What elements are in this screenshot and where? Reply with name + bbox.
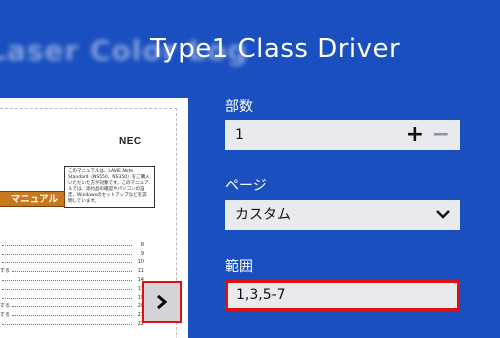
toc-row: 10	[0, 257, 144, 266]
toc-leader	[12, 271, 132, 273]
driver-title: Type1 Class Driver	[150, 34, 401, 64]
toc-leader	[2, 244, 132, 246]
chevron-down-icon	[436, 210, 450, 219]
notice-box: このマニュアルは、LAVIE Note Standard（NS550、NS350…	[64, 166, 155, 208]
range-label: 範囲	[225, 259, 253, 275]
toc-leader	[12, 306, 132, 308]
copies-field[interactable]: 1 + −	[225, 120, 460, 150]
toc-leader	[12, 315, 132, 317]
toc-row: 14	[0, 274, 144, 283]
toc-leader	[2, 288, 132, 290]
manual-banner: マニュアル	[0, 191, 65, 207]
toc-leader	[2, 279, 132, 281]
decrement-button[interactable]: −	[432, 120, 450, 150]
copies-label: 部数	[225, 99, 253, 115]
toc-label: する	[0, 303, 11, 310]
pages-selected-value: カスタム	[235, 207, 291, 223]
toc-page-number: 11	[137, 268, 144, 275]
toc-row: 9	[0, 248, 144, 257]
toc-row: 19	[0, 292, 144, 301]
toc-row: する 11	[0, 265, 144, 274]
brand-logo: NEC	[119, 136, 142, 147]
toc-leader	[2, 323, 132, 325]
range-input[interactable]: 1,3,5-7	[225, 280, 460, 311]
range-value[interactable]: 1,3,5-7	[236, 287, 286, 303]
pages-dropdown[interactable]: カスタム	[225, 200, 460, 230]
chevron-right-icon	[157, 295, 168, 309]
toc-page-number: 9	[140, 250, 144, 257]
next-page-button[interactable]	[142, 281, 182, 323]
toc-page-number: 10	[137, 259, 144, 266]
toc-row: する 21	[0, 309, 144, 318]
toc-row: する 20	[0, 301, 144, 310]
toc-leader	[2, 253, 132, 255]
title-bar: Laser Color Log Type1 Class Driver	[0, 34, 500, 70]
toc-label: する	[0, 268, 11, 275]
toc-row: 22	[0, 318, 144, 327]
toc-row: 8	[0, 239, 144, 248]
toc-row: 17	[0, 283, 144, 292]
pages-label: ページ	[225, 178, 267, 194]
copies-value[interactable]: 1	[235, 127, 244, 143]
toc-leader	[2, 297, 132, 299]
table-of-contents: 8 9 10 する 11 14 17 19 する 20 する 21 22	[0, 239, 144, 327]
toc-leader	[2, 262, 132, 264]
toc-label: する	[0, 312, 11, 319]
increment-button[interactable]: +	[406, 120, 424, 150]
toc-page-number: 8	[140, 241, 144, 248]
